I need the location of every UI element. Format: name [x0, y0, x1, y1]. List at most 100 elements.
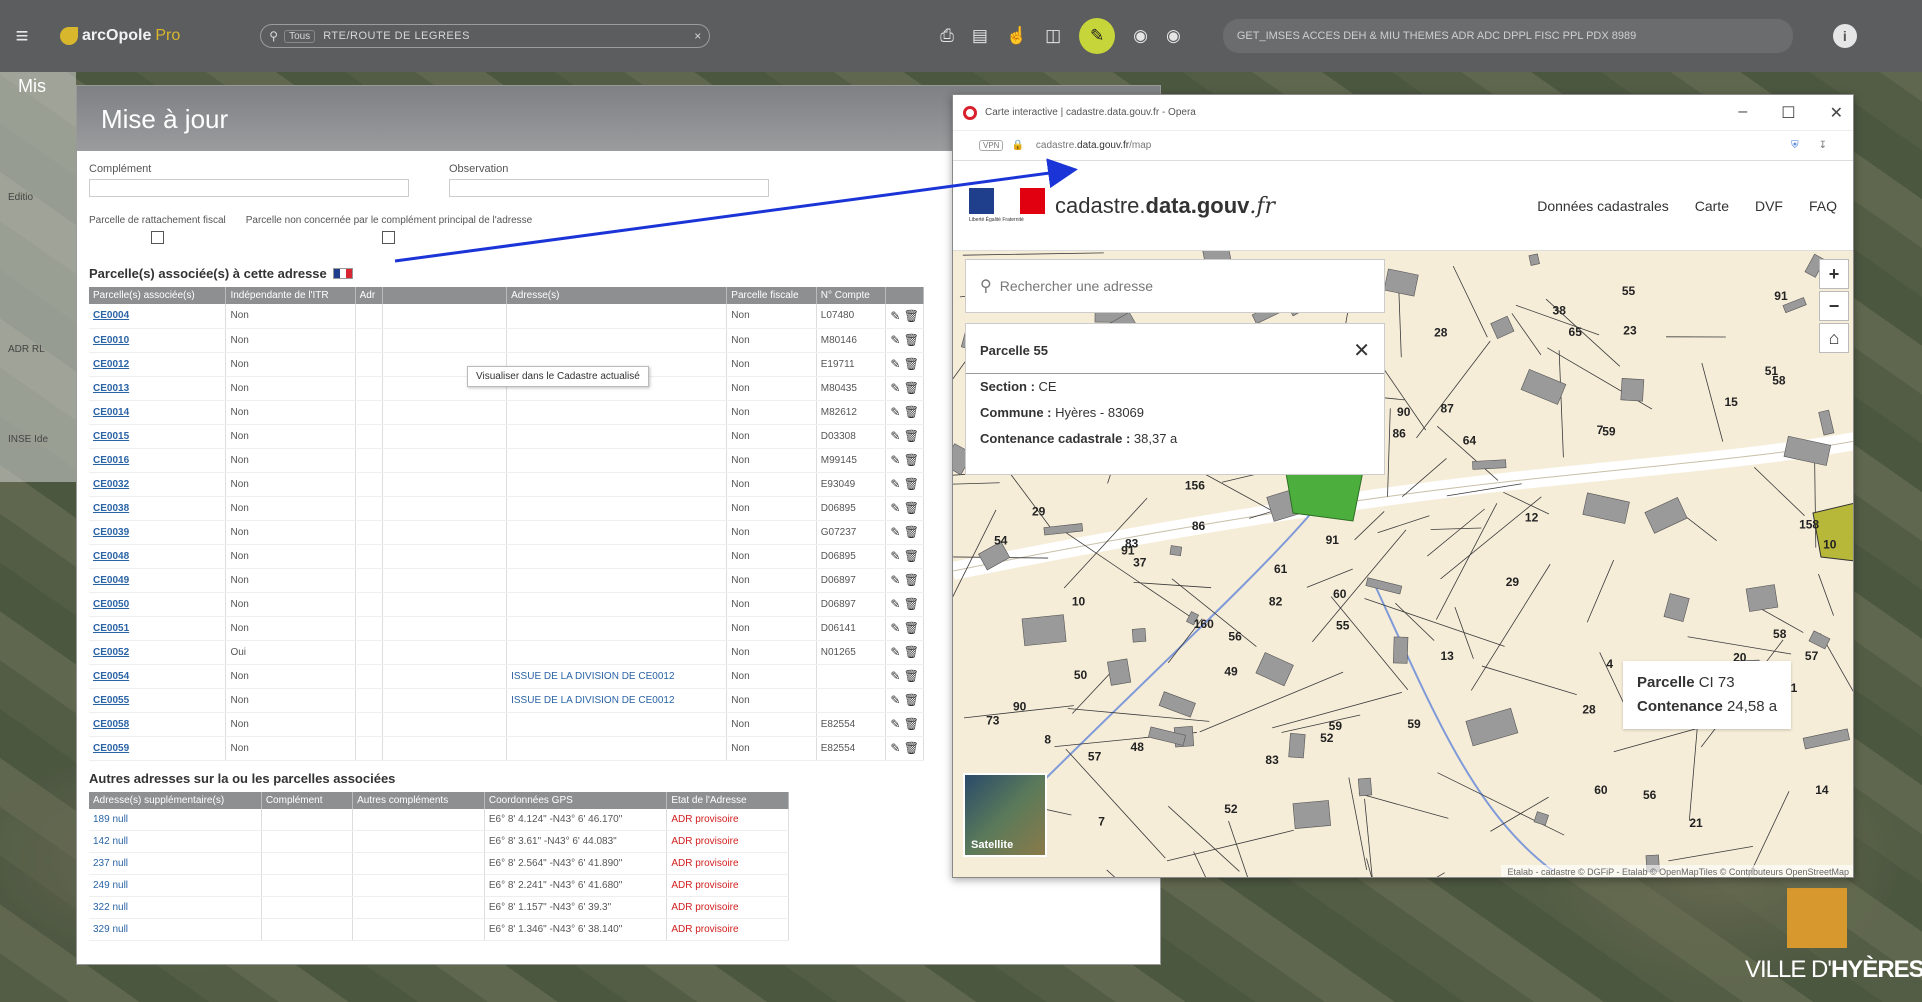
search-scope[interactable]: Tous [284, 29, 316, 43]
table-row[interactable]: 189 null E6° 8' 4.124" -N43° 6' 46.170" AD… [89, 808, 789, 831]
parcel-link[interactable]: CE0059 [89, 736, 227, 761]
table-row[interactable]: CE0059 Non Non E82554 ✎ 🗑 [89, 736, 924, 761]
site-name[interactable]: cadastre.data.gouv.fr [1055, 193, 1275, 219]
table-row[interactable]: CE0038 Non Non D06895 ✎ 🗑 [89, 496, 924, 521]
table-row[interactable]: CE0015 Non Non D03308 ✎ 🗑 [89, 424, 924, 449]
edit-delete-icon[interactable]: ✎ 🗑 [885, 472, 924, 497]
menu-icon[interactable]: ≡ [4, 23, 40, 49]
address-bar[interactable]: VPN 🔒 cadastre. data.gouv.fr/map ⛨ ↧ [953, 131, 1853, 161]
edit-delete-icon[interactable]: ✎ 🗑 [885, 568, 924, 593]
help-icon[interactable]: i [1832, 24, 1857, 48]
select-icon[interactable]: ☝ [1006, 26, 1027, 46]
parcel-header-7[interactable] [885, 287, 924, 304]
table-row[interactable]: CE0039 Non Non G07237 ✎ 🗑 [89, 520, 924, 545]
close-icon[interactable]: ✕ [1353, 338, 1370, 363]
other-header-4[interactable]: Etat de l'Adresse [666, 791, 789, 809]
edit-delete-icon[interactable]: ✎ 🗑 [885, 352, 924, 377]
parcel-link[interactable]: CE0050 [89, 592, 227, 617]
hover-parcel[interactable] [1812, 502, 1854, 562]
other-header-1[interactable]: Complément [261, 791, 354, 809]
cadastre-flag-button[interactable] [332, 268, 353, 279]
observations-input[interactable] [449, 179, 769, 197]
nav-item-2[interactable]: DVF [1755, 198, 1783, 214]
parcel-link[interactable]: CE0015 [89, 424, 227, 449]
close-icon[interactable]: ✕ [1830, 103, 1843, 123]
edit-delete-icon[interactable]: ✎ 🗑 [885, 544, 924, 569]
edit-delete-icon[interactable]: ✎ 🗑 [885, 736, 924, 761]
edit-delete-icon[interactable]: ✎ 🗑 [885, 424, 924, 449]
parcel-header-4[interactable]: Adresse(s) [506, 287, 728, 304]
table-row[interactable]: CE0055 Non ISSUE DE LA DIVISION DE CE0012 N… [89, 688, 924, 713]
address-search-input[interactable]: ⚲ Rechercher une adresse [965, 259, 1385, 313]
parcel-link[interactable]: CE0012 [89, 352, 227, 377]
edit-pencil-icon[interactable]: ✎ [1079, 18, 1116, 54]
parcel-link[interactable]: CE0048 [89, 544, 227, 569]
table-row[interactable]: 249 null E6° 8' 2.241" -N43° 6' 41.680" AD… [89, 874, 789, 897]
non-concernee-checkbox[interactable] [382, 231, 396, 244]
nav-item-1[interactable]: Carte [1695, 198, 1729, 214]
edit-delete-icon[interactable]: ✎ 🗑 [885, 616, 924, 641]
table-row[interactable]: CE0058 Non Non E82554 ✎ 🗑 [89, 712, 924, 737]
parcel-link[interactable]: CE0051 [89, 616, 227, 641]
clear-icon[interactable]: × [694, 29, 701, 43]
zoom-out-button[interactable]: − [1819, 291, 1849, 321]
table-row[interactable]: CE0004 Non Non L07480 ✎ 🗑 [89, 304, 924, 329]
parcel-link[interactable]: CE0016 [89, 448, 227, 473]
parcel-link[interactable]: CE0055 [89, 688, 227, 713]
edit-delete-icon[interactable]: ✎ 🗑 [885, 520, 924, 545]
table-row[interactable]: 142 null E6° 8' 3.61" -N43° 6' 44.083" ADR… [89, 830, 789, 853]
parcel-link[interactable]: CE0013 [89, 376, 227, 401]
edit-delete-icon[interactable]: ✎ 🗑 [885, 328, 924, 353]
table-row[interactable]: CE0050 Non Non D06897 ✎ 🗑 [89, 592, 924, 617]
edit-delete-icon[interactable]: ✎ 🗑 [885, 400, 924, 425]
table-row[interactable]: 237 null E6° 8' 2.564" -N43° 6' 41.890" AD… [89, 852, 789, 875]
table-row[interactable]: CE0051 Non Non D06141 ✎ 🗑 [89, 616, 924, 641]
parcel-link[interactable]: CE0058 [89, 712, 227, 737]
other-header-2[interactable]: Autres compléments [352, 791, 485, 809]
search-input[interactable]: ⚲ Tous RTE/ROUTE DE LEGREES × [260, 24, 711, 48]
parcel-link[interactable]: CE0004 [89, 304, 227, 329]
table-row[interactable]: 329 null E6° 8' 1.346" -N43° 6' 38.140" AD… [89, 918, 789, 941]
location-icon[interactable]: ◉ [1166, 26, 1181, 46]
cadastre-map[interactable]: 7829101251375970655958575855828364625628… [953, 251, 1854, 877]
edit-delete-icon[interactable]: ✎ 🗑 [885, 448, 924, 473]
vpn-badge[interactable]: VPN [979, 140, 1004, 151]
satellite-toggle-button[interactable]: Satellite [963, 773, 1047, 857]
table-row[interactable]: CE0014 Non Non M82612 ✎ 🗑 [89, 400, 924, 425]
parcel-link[interactable]: CE0052 [89, 640, 227, 665]
table-row[interactable]: CE0049 Non Non D06897 ✎ 🗑 [89, 568, 924, 593]
measure-icon[interactable]: ▤ [972, 26, 988, 46]
edit-delete-icon[interactable]: ✎ 🗑 [885, 304, 924, 329]
edit-delete-icon[interactable]: ✎ 🗑 [885, 688, 924, 713]
edit-delete-icon[interactable]: ✎ 🗑 [885, 712, 924, 737]
parcel-link[interactable]: CE0039 [89, 520, 227, 545]
parcel-link[interactable]: CE0049 [89, 568, 227, 593]
parcel-header-6[interactable]: N° Compte [816, 287, 887, 304]
table-row[interactable]: CE0016 Non Non M99145 ✎ 🗑 [89, 448, 924, 473]
shield-icon[interactable]: ⛨ [1791, 140, 1799, 151]
edit-delete-icon[interactable]: ✎ 🗑 [885, 640, 924, 665]
browser-titlebar[interactable]: Carte interactive | cadastre.data.gouv.f… [953, 95, 1853, 131]
table-row[interactable]: CE0032 Non Non E93049 ✎ 🗑 [89, 472, 924, 497]
maximize-icon[interactable]: ☐ [1781, 103, 1795, 123]
parcel-link[interactable]: CE0010 [89, 328, 227, 353]
table-row[interactable]: CE0048 Non Non D06895 ✎ 🗑 [89, 544, 924, 569]
print-icon[interactable]: ⎙ [940, 26, 954, 46]
download-icon[interactable]: ↧ [1819, 140, 1827, 151]
nav-item-0[interactable]: Données cadastrales [1537, 198, 1669, 214]
home-icon[interactable]: ⌂ [1819, 323, 1849, 353]
parcel-header-2[interactable]: Adr [355, 287, 384, 304]
parcel-header-1[interactable]: Indépendante de l'ITR [225, 287, 356, 304]
table-row[interactable]: 322 null E6° 8' 1.157" -N43° 6' 39.3" ADR … [89, 896, 789, 919]
table-row[interactable]: CE0052 Oui Non N01265 ✎ 🗑 [89, 640, 924, 665]
other-header-3[interactable]: Coordonnées GPS [484, 791, 668, 809]
app-logo[interactable]: arcOpole Pro [60, 27, 180, 45]
table-row[interactable]: CE0054 Non ISSUE DE LA DIVISION DE CE0012 N… [89, 664, 924, 689]
parcel-link[interactable]: CE0032 [89, 472, 227, 497]
minimize-icon[interactable]: – [1738, 103, 1747, 123]
edit-delete-icon[interactable]: ✎ 🗑 [885, 496, 924, 521]
edit-delete-icon[interactable]: ✎ 🗑 [885, 664, 924, 689]
edit-delete-icon[interactable]: ✎ 🗑 [885, 592, 924, 617]
other-header-0[interactable]: Adresse(s) supplémentaire(s) [89, 791, 262, 809]
parcel-link[interactable]: CE0038 [89, 496, 227, 521]
